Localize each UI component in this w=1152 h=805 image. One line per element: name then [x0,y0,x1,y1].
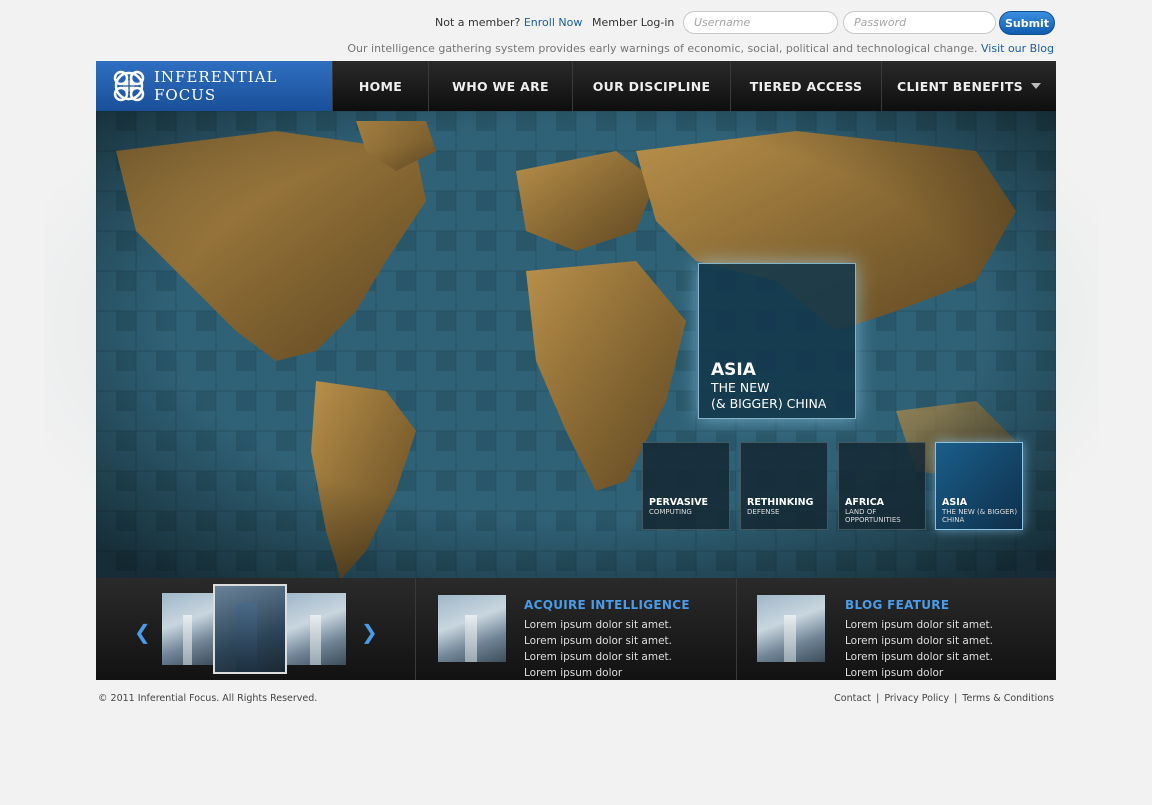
privacy-policy-link[interactable]: Privacy Policy [884,693,949,704]
feature-title: ASIA [711,360,756,380]
chevron-right-icon[interactable]: ❯ [361,620,378,644]
thumb-subtitle: COMPUTING [649,508,692,516]
intelligence-thumbnail[interactable] [438,595,506,662]
slide-thumb-rethinking[interactable]: RETHINKING DEFENSE [740,442,828,530]
thumb-title: AFRICA [845,497,885,508]
feature-callout[interactable]: ASIA THE NEW (& BIGGER) CHINA [698,263,856,419]
blog-feature-body: Lorem ipsum dolor sit amet. Lorem ipsum … [845,619,993,679]
thumb-subtitle: LAND OF OPPORTUNITIES [845,508,901,524]
footer-links: Contact | Privacy Policy | Terms & Condition… [834,693,1054,704]
gallery-panel: ❮ ❯ [96,578,415,680]
not-member-label: Not a member? [435,16,521,29]
globe-logo-icon [112,69,146,103]
nav-client-benefits-label: CLIENT BENEFITS [897,78,1023,94]
login-bar: Not a member? Enroll Now Member Log-in S… [0,10,1152,36]
tagline-text: Our intelligence gathering system provid… [347,42,978,55]
nav-our-discipline[interactable]: OUR DISCIPLINE [572,61,730,111]
blog-feature-title[interactable]: BLOG FEATURE [845,598,949,612]
caret-down-icon [1030,83,1041,89]
username-input[interactable] [683,11,838,34]
brand-name: INFERENTIAL FOCUS [154,68,278,104]
main-nav: INFERENTIAL FOCUS HOME WHO WE ARE OUR DI… [96,61,1056,111]
password-input[interactable] [843,11,996,34]
blog-feature-panel: BLOG FEATURE Lorem ipsum dolor sit amet.… [736,578,1056,680]
thumb-title: ASIA [942,497,968,508]
slide-thumb-asia[interactable]: ASIA THE NEW (& BIGGER) CHINA [935,442,1023,530]
slide-thumb-africa[interactable]: AFRICA LAND OF OPPORTUNITIES [838,442,926,530]
feature-strip: ❮ ❯ ACQUIRE INTELLIGENCE Lorem ipsum dol… [96,578,1056,680]
acquire-intelligence-title[interactable]: ACQUIRE INTELLIGENCE [524,598,690,612]
acquire-intelligence-body: Lorem ipsum dolor sit amet. Lorem ipsum … [524,619,672,679]
gallery-image[interactable] [162,593,214,665]
brand-logo[interactable]: INFERENTIAL FOCUS [96,61,332,111]
chevron-left-icon[interactable]: ❮ [134,620,151,644]
blog-thumbnail[interactable] [757,595,825,662]
nav-who-we-are[interactable]: WHO WE ARE [428,61,572,111]
acquire-intelligence-panel: ACQUIRE INTELLIGENCE Lorem ipsum dolor s… [415,578,736,680]
thumb-title: PERVASIVE [649,497,709,508]
nav-home[interactable]: HOME [332,61,428,111]
gallery-image[interactable] [286,593,346,665]
gallery-image-active[interactable] [213,584,287,674]
tagline: Our intelligence gathering system provid… [347,42,1054,55]
thumb-subtitle: THE NEW (& BIGGER) CHINA [942,508,1018,524]
contact-link[interactable]: Contact [834,693,871,704]
thumb-subtitle: DEFENSE [747,508,780,516]
enroll-prompt: Not a member? Enroll Now [435,16,582,29]
enroll-now-link[interactable]: Enroll Now [524,16,583,29]
hero-map: ASIA THE NEW (& BIGGER) CHINA PERVASIVE … [96,111,1056,579]
terms-link[interactable]: Terms & Conditions [962,693,1054,704]
submit-button[interactable]: Submit [999,11,1055,35]
feature-subtitle-line2: (& BIGGER) CHINA [711,396,827,411]
divider: | [954,693,958,704]
divider: | [876,693,880,704]
copyright: © 2011 Inferential Focus. All Rights Res… [98,693,318,704]
visit-blog-link[interactable]: Visit our Blog [981,42,1054,55]
nav-client-benefits[interactable]: CLIENT BENEFITS [881,61,1056,111]
feature-subtitle-line1: THE NEW [711,380,770,395]
slide-thumb-pervasive[interactable]: PERVASIVE COMPUTING [642,442,730,530]
thumb-title: RETHINKING [747,497,814,508]
member-login-label: Member Log-in [592,16,675,29]
nav-tiered-access[interactable]: TIERED ACCESS [730,61,881,111]
